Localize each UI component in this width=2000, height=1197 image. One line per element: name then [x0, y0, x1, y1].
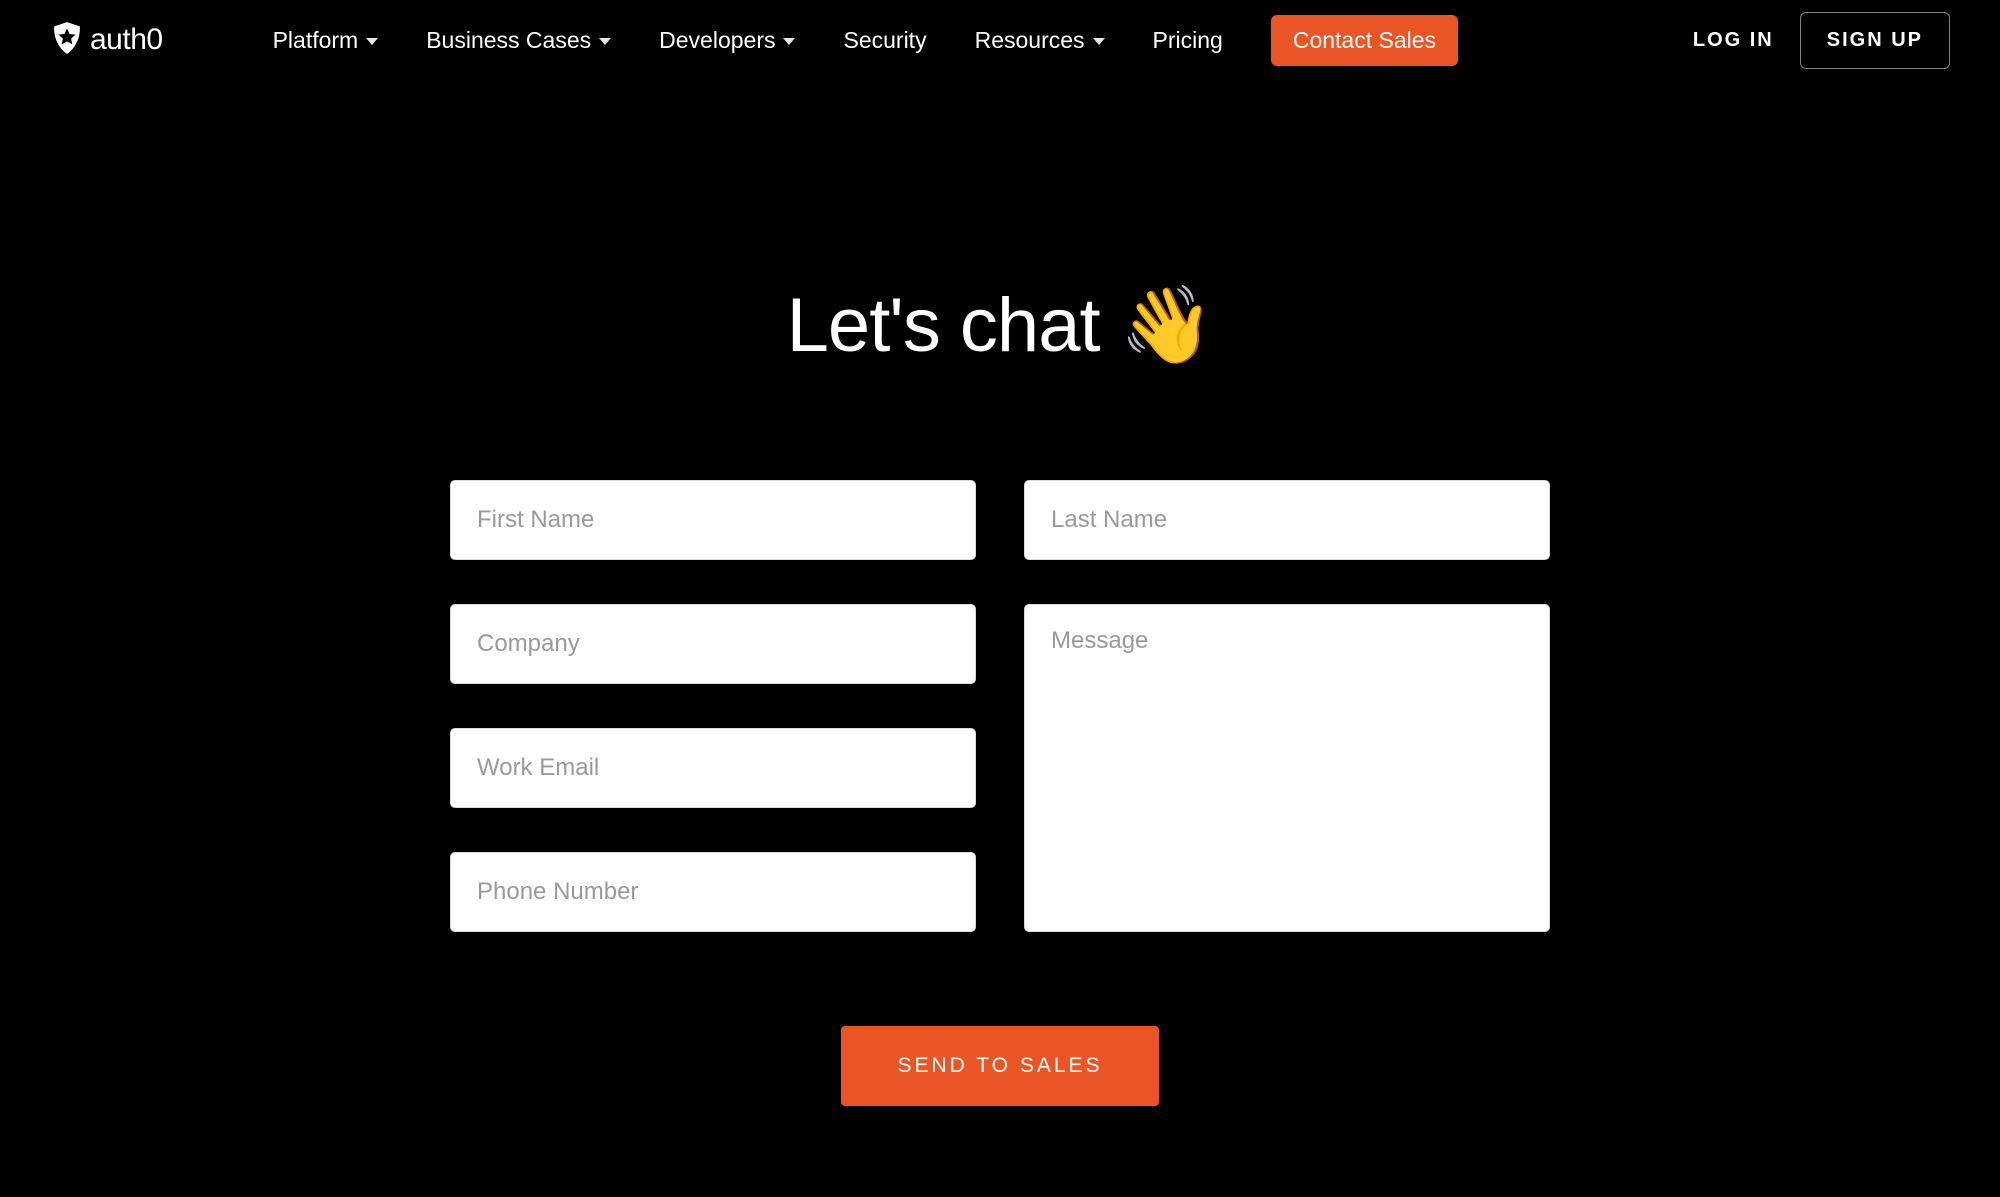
work-email-field[interactable] — [450, 728, 976, 808]
contact-form: SEND TO SALES — [450, 480, 1550, 1106]
nav-developers[interactable]: Developers — [659, 27, 795, 54]
contact-sales-button[interactable]: Contact Sales — [1271, 15, 1458, 66]
first-name-field[interactable] — [450, 480, 976, 560]
page-title: Let's chat 👋 — [0, 280, 2000, 370]
company-field[interactable] — [450, 604, 976, 684]
header: auth0 Platform Business Cases Developers… — [0, 0, 2000, 80]
last-name-field[interactable] — [1024, 480, 1550, 560]
nav-business-cases[interactable]: Business Cases — [426, 27, 611, 54]
nav-label: Pricing — [1153, 27, 1223, 54]
nav-resources[interactable]: Resources — [975, 27, 1105, 54]
main-nav: Platform Business Cases Developers Secur… — [273, 15, 1458, 66]
nav-label: Security — [843, 27, 926, 54]
nav-pricing[interactable]: Pricing — [1153, 27, 1223, 54]
login-link[interactable]: LOG IN — [1693, 29, 1774, 52]
chevron-down-icon — [366, 38, 378, 45]
nav-label: Developers — [659, 27, 775, 54]
send-to-sales-button[interactable]: SEND TO SALES — [841, 1026, 1158, 1106]
chevron-down-icon — [1093, 38, 1105, 45]
brand-logo[interactable]: auth0 — [50, 21, 163, 60]
message-field[interactable] — [1024, 604, 1550, 932]
phone-number-field[interactable] — [450, 852, 976, 932]
nav-label: Resources — [975, 27, 1085, 54]
shield-star-icon — [50, 21, 84, 60]
brand-name: auth0 — [90, 23, 163, 57]
nav-platform[interactable]: Platform — [273, 27, 379, 54]
chevron-down-icon — [599, 38, 611, 45]
nav-label: Business Cases — [426, 27, 591, 54]
nav-security[interactable]: Security — [843, 27, 926, 54]
auth-actions: LOG IN SIGN UP — [1693, 12, 1950, 69]
hero: Let's chat 👋 — [0, 280, 2000, 370]
signup-button[interactable]: SIGN UP — [1800, 12, 1950, 69]
chevron-down-icon — [783, 38, 795, 45]
nav-label: Platform — [273, 27, 359, 54]
